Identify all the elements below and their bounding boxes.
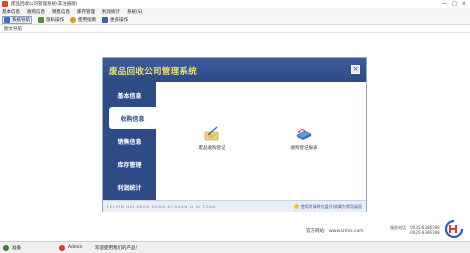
sidebar-item-purchase[interactable]: 收购信息 [109, 107, 156, 129]
toolbar-guide-label: 使用指南 [78, 17, 96, 23]
status-welcome-text: 欢迎使用我们的产品! [95, 245, 138, 251]
toolbar: 系统导航 隐私操作 使用指南 更多操作 [0, 15, 470, 25]
company-logo-icon [444, 220, 464, 238]
panel-body: 废品收购登记 收购登记报表 [156, 82, 366, 200]
footer-hint-text: 使用时请将光盘开/收藏为常用桌面 [300, 203, 362, 209]
tile-purchase-register[interactable]: 废品收购登记 [182, 126, 242, 151]
status-ready: 准备 [0, 242, 56, 253]
phone-number-2: 0635-8386398 [410, 230, 440, 235]
status-ready-text: 准备 [12, 245, 21, 251]
content-area: 废品回收公司管理系统 × 基本信息 收购信息 销售信息 库存管理 利润统计 废品… [0, 33, 470, 238]
minimize-button[interactable]: — [442, 1, 447, 7]
toolbar-nav-label: 系统导航 [12, 17, 30, 23]
lock-icon [38, 16, 44, 23]
footer-pinyin: FEI PIN HUI SHOU GONG SI GUAN LI XI TONG [107, 204, 217, 209]
toolbar-more-button[interactable]: 更多操作 [102, 16, 128, 23]
toolbar-nav-button[interactable]: 系统导航 [2, 15, 32, 24]
close-window-button[interactable]: × [462, 1, 466, 7]
menu-item-sales[interactable]: 销售信息 [52, 9, 70, 15]
app-icon [2, 1, 8, 7]
menu-item-inventory[interactable]: 库存管理 [77, 9, 95, 15]
panel-close-button[interactable]: × [351, 65, 360, 74]
menu-item-basic-info[interactable]: 基本信息 [2, 9, 20, 15]
edit-icon [204, 126, 219, 141]
sidebar-item-basic-info[interactable]: 基本信息 [103, 84, 156, 106]
site-label: 官方网站: [306, 229, 326, 234]
menu-item-purchase[interactable]: 收购信息 [27, 9, 45, 15]
toolbar-privacy-label: 隐私操作 [46, 17, 64, 23]
toolbar-more-label: 更多操作 [110, 17, 128, 23]
footer-hint-link[interactable]: 使用时请将光盘开/收藏为常用桌面 [293, 203, 362, 210]
panel-title: 废品回收公司管理系统 [109, 67, 198, 77]
sidebar-item-inventory[interactable]: 库存管理 [103, 153, 156, 175]
maximize-button[interactable]: □ [452, 1, 457, 7]
status-user-text: Admin [68, 245, 83, 250]
user-icon [59, 244, 65, 251]
phone-label: 服务电话 [390, 225, 406, 230]
panel-sidebar: 基本信息 收购信息 销售信息 库存管理 利润统计 [103, 82, 156, 200]
nav-panel: 废品回收公司管理系统 × 基本信息 收购信息 销售信息 库存管理 利润统计 废品… [102, 57, 367, 212]
menu-item-profit[interactable]: 利润统计 [102, 9, 120, 15]
lightbulb-icon [293, 204, 299, 209]
sidebar-item-sales[interactable]: 销售信息 [103, 130, 156, 152]
menu-item-system[interactable]: 系统(S) [127, 9, 142, 15]
tab-strip: 图文导航 [0, 25, 470, 33]
status-user: Admin [56, 242, 92, 253]
panel-footer: FEI PIN HUI SHOU GONG SI GUAN LI XI TONG… [103, 200, 366, 212]
menu-bar: 基本信息 收购信息 销售信息 库存管理 利润统计 系统(S) [0, 8, 470, 15]
sidebar-item-profit[interactable]: 利润统计 [103, 176, 156, 198]
service-phone: 服务电话 0635-8386398 0635-8386398 [390, 225, 440, 235]
more-icon [102, 16, 108, 23]
report-icon [296, 129, 312, 140]
toolbar-guide-button[interactable]: 使用指南 [70, 16, 96, 23]
site-url[interactable]: www.lzmis.com [329, 229, 364, 234]
toolbar-privacy-button[interactable]: 隐私操作 [38, 16, 64, 23]
official-site: 官方网站: www.lzmis.com [306, 228, 364, 234]
tile-purchase-register-label: 废品收购登记 [198, 146, 226, 151]
home-icon [4, 16, 10, 23]
panel-header: 废品回收公司管理系统 × [103, 58, 366, 82]
tile-purchase-report[interactable]: 收购登记报表 [274, 126, 334, 151]
window-controls: — □ × [442, 1, 466, 7]
help-icon [70, 16, 76, 23]
window-title: 废品回收公司管理系统(非注册版) [11, 2, 78, 7]
status-bar: 准备 Admin 欢迎使用我们的产品! [0, 241, 470, 253]
ready-icon [3, 244, 9, 251]
tile-purchase-report-label: 收购登记报表 [290, 146, 318, 151]
status-welcome: 欢迎使用我们的产品! [92, 242, 212, 253]
tab-graphic-nav[interactable]: 图文导航 [4, 26, 22, 32]
title-bar: 废品回收公司管理系统(非注册版) — □ × [0, 0, 470, 8]
